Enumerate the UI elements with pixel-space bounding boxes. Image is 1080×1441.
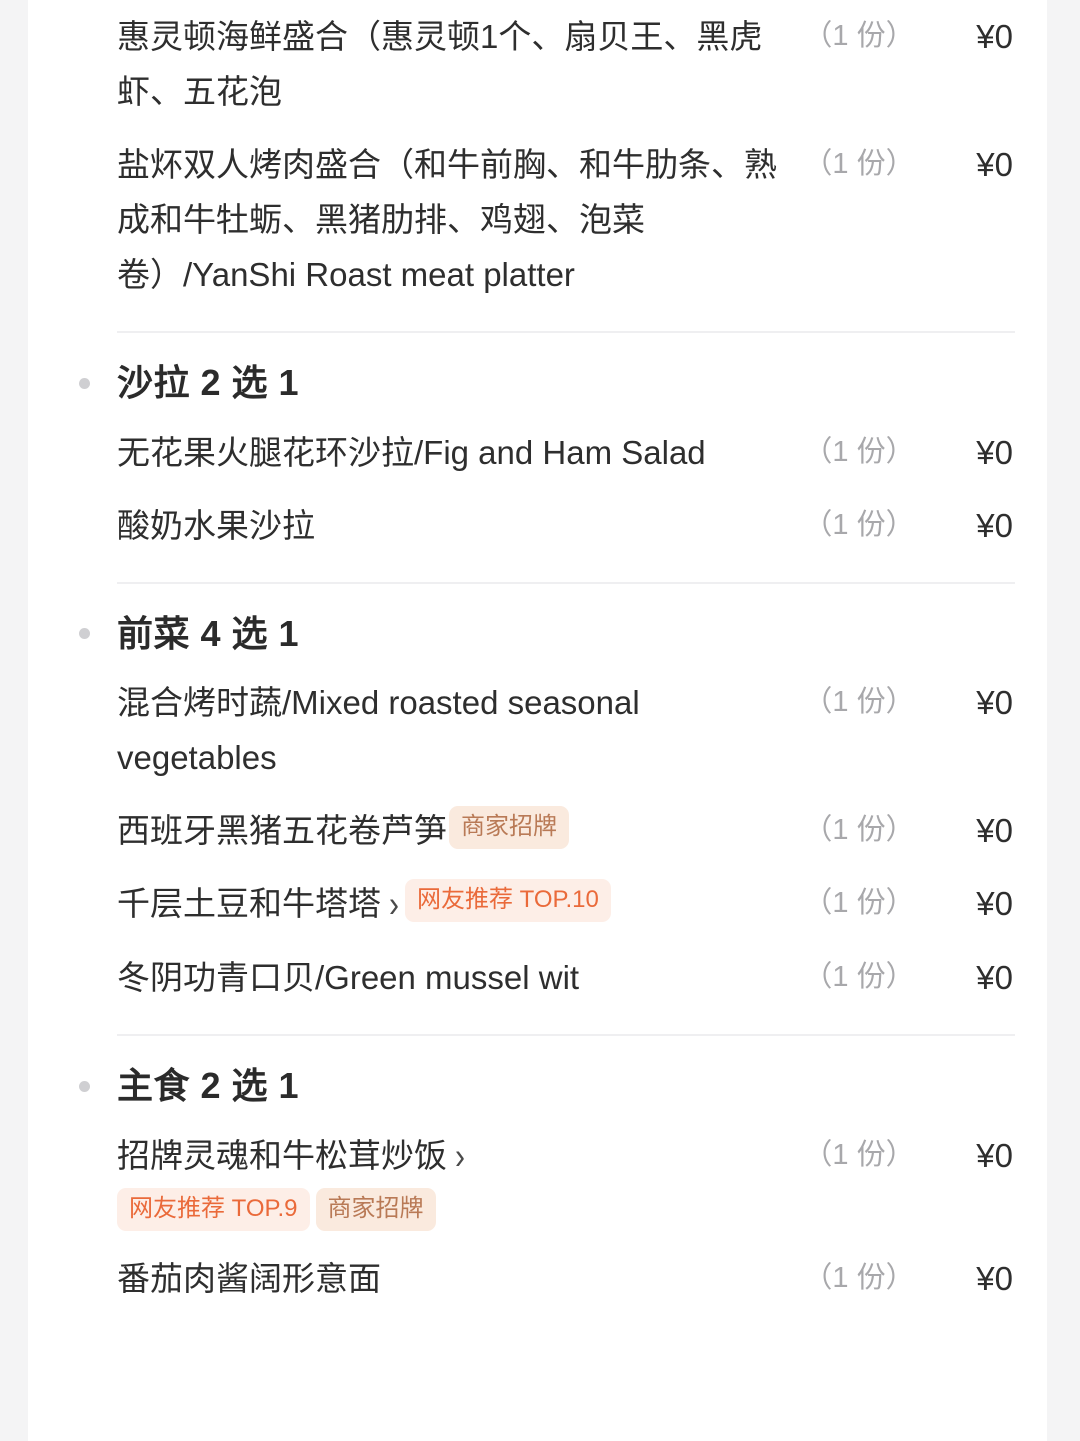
dish-name-line: 酸奶水果沙拉	[117, 498, 789, 553]
dish-badge-row: 网友推荐 TOP.9 商家招牌	[117, 1187, 789, 1231]
dish-price: ¥0	[976, 506, 1013, 544]
dish-main: 酸奶水果沙拉	[117, 498, 789, 553]
dish-main: 惠灵顿海鲜盛合（惠灵顿1个、扇贝王、黑虎虾、五花泡	[117, 9, 789, 119]
dish-price: ¥0	[976, 146, 1013, 183]
dish-main: 西班牙黑猪五花卷芦笋 商家招牌	[117, 803, 789, 858]
dish-name: 番茄肉酱阔形意面	[117, 1259, 381, 1297]
dish-name: 盐炋双人烤肉盛合（和牛前胸、和牛肋条、熟成和牛牡蛎、黑猪肋排、鸡翅、泡菜卷）/Y…	[117, 146, 777, 293]
dish-name-line: 冬阴功青口贝/Green mussel wit	[117, 950, 789, 1005]
dish-quantity: （1 份）	[803, 814, 915, 847]
dish-name: 千层土豆和牛塔塔	[117, 885, 381, 923]
dish-quantity: （1 份）	[803, 887, 915, 920]
dish-name-line: 无花果火腿花环沙拉/Fig and Ham Salad	[117, 425, 789, 480]
dish-price: ¥0	[976, 959, 1013, 997]
chevron-right-icon[interactable]: ›	[381, 870, 403, 939]
menu-group-title: 沙拉 2 选 1	[117, 362, 300, 403]
dish-name: 无花果火腿花环沙拉/Fig and Ham Salad	[117, 433, 706, 471]
dish-name-line: 惠灵顿海鲜盛合（惠灵顿1个、扇贝王、黑虎虾、五花泡	[117, 9, 789, 119]
dish-list: 招牌灵魂和牛松茸炒饭 › 网友推荐 TOP.9 商家招牌 （1 份） ¥0 番茄肉酱阔形意面…	[117, 1119, 1015, 1335]
dish-name: 惠灵顿海鲜盛合（惠灵顿1个、扇贝王、黑虎虾、五花泡	[117, 18, 763, 110]
menu-group: 惠灵顿海鲜盛合（惠灵顿1个、扇贝王、黑虎虾、五花泡 （1 份） ¥0 盐炋双人烤肉盛合…	[117, 0, 1015, 331]
dish-name-line: 招牌灵魂和牛松茸炒饭 ›	[117, 1128, 789, 1184]
bullet-dot-icon	[79, 377, 90, 389]
dish-list: 惠灵顿海鲜盛合（惠灵顿1个、扇贝王、黑虎虾、五花泡 （1 份） ¥0 盐炋双人烤肉盛合…	[117, 0, 1015, 331]
menu-group: 前菜 4 选 1 混合烤时蔬/Mixed roasted seasonal veg…	[79, 581, 1015, 1035]
dish-main: 千层土豆和牛塔塔 › 网友推荐 TOP.10	[117, 876, 789, 932]
dish-name-line: 番茄肉酱阔形意面	[117, 1251, 789, 1306]
set-menu-page: 惠灵顿海鲜盛合（惠灵顿1个、扇贝王、黑虎虾、五花泡 （1 份） ¥0 盐炋双人烤肉盛合…	[0, 0, 1080, 1441]
chevron-right-icon[interactable]: ›	[447, 1122, 469, 1191]
dish-price: ¥0	[976, 1259, 1013, 1297]
menu-group-header: 主食 2 选 1	[79, 1036, 1015, 1119]
dish-list: 混合烤时蔬/Mixed roasted seasonal vegetables （…	[117, 666, 1015, 1034]
dish-quantity: （1 份）	[803, 1261, 915, 1294]
dish-row: 番茄肉酱阔形意面 （1 份） ¥0	[117, 1242, 1015, 1315]
badge-user-recommended: 网友推荐 TOP.10	[405, 879, 611, 923]
dish-main: 无花果火腿花环沙拉/Fig and Ham Salad	[117, 425, 789, 480]
dish-row: 西班牙黑猪五花卷芦笋 商家招牌 （1 份） ¥0	[117, 794, 1015, 867]
dish-price: ¥0	[976, 18, 1013, 55]
dish-row: 冬阴功青口贝/Green mussel wit （1 份） ¥0	[117, 941, 1015, 1014]
menu-group-title: 主食 2 选 1	[117, 1065, 300, 1107]
dish-name-line: 盐炋双人烤肉盛合（和牛前胸、和牛肋条、熟成和牛牡蛎、黑猪肋排、鸡翅、泡菜卷）/Y…	[117, 137, 789, 302]
dish-row: 混合烤时蔬/Mixed roasted seasonal vegetables （…	[117, 666, 1015, 794]
dish-row[interactable]: 千层土豆和牛塔塔 › 网友推荐 TOP.10 （1 份） ¥0	[117, 867, 1015, 941]
dish-row[interactable]: 招牌灵魂和牛松茸炒饭 › 网友推荐 TOP.9 商家招牌 （1 份） ¥0	[117, 1119, 1015, 1242]
menu-group: 沙拉 2 选 1 无花果火腿花环沙拉/Fig and Ham Salad （1 份）…	[79, 331, 1015, 582]
dish-row: 酸奶水果沙拉 （1 份） ¥0	[117, 489, 1015, 562]
dish-name-line: 西班牙黑猪五花卷芦笋 商家招牌	[117, 803, 789, 858]
dish-name-line: 混合烤时蔬/Mixed roasted seasonal vegetables	[117, 675, 789, 785]
dish-price: ¥0	[976, 1136, 1013, 1174]
menu-group: 主食 2 选 1 招牌灵魂和牛松茸炒饭 › 网友推荐 TOP.9 商家招牌 （1 份） ¥0…	[79, 1034, 1015, 1335]
dish-quantity: （1 份）	[803, 508, 915, 541]
menu-group-list: 惠灵顿海鲜盛合（惠灵顿1个、扇贝王、黑虎虾、五花泡 （1 份） ¥0 盐炋双人烤肉盛合…	[79, 0, 1015, 1335]
dish-main: 番茄肉酱阔形意面	[117, 1251, 789, 1306]
badge-merchant-signature: 商家招牌	[315, 1187, 436, 1231]
dish-price: ¥0	[976, 885, 1013, 923]
dish-quantity: （1 份）	[803, 148, 915, 180]
dish-quantity: （1 份）	[803, 961, 915, 994]
menu-group-title: 前菜 4 选 1	[117, 612, 300, 654]
dish-price: ¥0	[976, 812, 1013, 850]
bullet-dot-icon	[79, 628, 90, 640]
dish-row: 盐炋双人烤肉盛合（和牛前胸、和牛肋条、熟成和牛牡蛎、黑猪肋排、鸡翅、泡菜卷）/Y…	[117, 128, 1015, 311]
menu-group-header: 前菜 4 选 1	[79, 584, 1015, 667]
dish-price: ¥0	[976, 433, 1013, 471]
dish-name-line: 千层土豆和牛塔塔 › 网友推荐 TOP.10	[117, 876, 789, 932]
bullet-dot-icon	[79, 1080, 90, 1092]
dish-price: ¥0	[976, 684, 1013, 722]
dish-name: 混合烤时蔬/Mixed roasted seasonal vegetables	[117, 684, 640, 777]
badge-user-recommended: 网友推荐 TOP.9	[117, 1187, 310, 1231]
menu-group-header: 沙拉 2 选 1	[79, 333, 1015, 416]
dish-name: 西班牙黑猪五花卷芦笋	[117, 812, 447, 850]
dish-row: 无花果火腿花环沙拉/Fig and Ham Salad （1 份） ¥0	[117, 416, 1015, 489]
dish-main: 混合烤时蔬/Mixed roasted seasonal vegetables	[117, 675, 789, 785]
dish-name: 冬阴功青口贝/Green mussel wit	[117, 959, 580, 997]
dish-list: 无花果火腿花环沙拉/Fig and Ham Salad （1 份） ¥0 酸奶水果沙拉…	[117, 416, 1015, 582]
badge-merchant-signature: 商家招牌	[449, 806, 569, 850]
dish-main: 冬阴功青口贝/Green mussel wit	[117, 950, 789, 1005]
dish-main: 盐炋双人烤肉盛合（和牛前胸、和牛肋条、熟成和牛牡蛎、黑猪肋排、鸡翅、泡菜卷）/Y…	[117, 137, 789, 302]
dish-quantity: （1 份）	[803, 20, 915, 52]
dish-quantity: （1 份）	[803, 686, 915, 719]
menu-card: 惠灵顿海鲜盛合（惠灵顿1个、扇贝王、黑虎虾、五花泡 （1 份） ¥0 盐炋双人烤肉盛合…	[28, 0, 1047, 1441]
dish-row: 惠灵顿海鲜盛合（惠灵顿1个、扇贝王、黑虎虾、五花泡 （1 份） ¥0	[117, 0, 1015, 128]
dish-name: 招牌灵魂和牛松茸炒饭	[117, 1136, 447, 1174]
dish-quantity: （1 份）	[803, 435, 915, 468]
dish-name: 酸奶水果沙拉	[117, 506, 315, 544]
dish-main: 招牌灵魂和牛松茸炒饭 › 网友推荐 TOP.9 商家招牌	[117, 1128, 789, 1233]
dish-quantity: （1 份）	[803, 1138, 915, 1171]
